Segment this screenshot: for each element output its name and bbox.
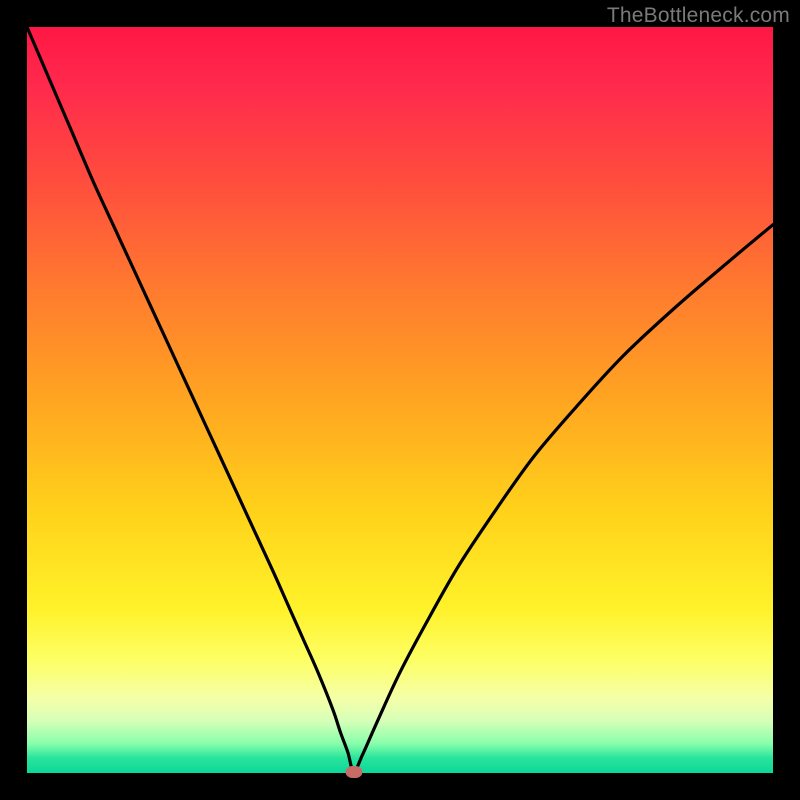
bottleneck-curve	[27, 27, 773, 773]
chart-frame: TheBottleneck.com	[0, 0, 800, 800]
plot-area	[27, 27, 773, 773]
watermark-text: TheBottleneck.com	[607, 4, 790, 28]
optimum-marker	[345, 766, 362, 778]
